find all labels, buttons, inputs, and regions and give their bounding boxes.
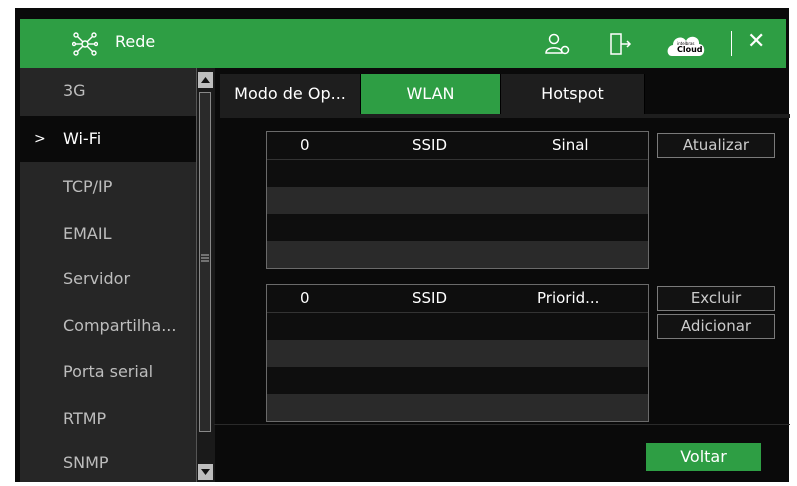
window-title: Rede <box>115 32 156 51</box>
table-row[interactable] <box>267 160 648 187</box>
sidebar-item-label: Compartilha... <box>63 316 177 335</box>
table-row[interactable] <box>267 394 648 421</box>
scan-table: 0 SSID Sinal <box>266 131 649 269</box>
close-icon[interactable]: ✕ <box>747 29 765 54</box>
sidebar-item-snmp[interactable]: SNMP <box>20 440 196 486</box>
tab-underline <box>220 114 790 118</box>
sidebar-item-wifi[interactable]: > Wi-Fi <box>20 116 196 162</box>
sidebar-item-label: SNMP <box>63 453 109 472</box>
scroll-up-button[interactable] <box>198 72 213 88</box>
active-marker-icon: > <box>34 131 46 147</box>
grip-icon <box>201 254 209 262</box>
sidebar-item-label: RTMP <box>63 409 107 428</box>
table-row[interactable] <box>267 313 648 340</box>
col-index: 0 <box>300 289 310 307</box>
col-ssid: SSID <box>412 136 448 154</box>
col-sinal: Sinal <box>552 136 589 154</box>
sidebar: 3G > Wi-Fi TCP/IP EMAIL Servidor Comparti… <box>20 68 196 482</box>
arrow-down-icon <box>201 469 210 475</box>
col-ssid: SSID <box>412 289 448 307</box>
col-index: 0 <box>300 136 310 154</box>
tab-wlan[interactable]: WLAN <box>361 74 501 114</box>
title-bar: Rede intelbras Cloud ✕ <box>20 19 786 68</box>
add-button[interactable]: Adicionar <box>657 314 775 339</box>
col-prioridade: Priorid... <box>537 289 600 307</box>
sidebar-item-servidor[interactable]: Servidor <box>20 256 196 302</box>
sidebar-scrollbar[interactable] <box>196 68 215 482</box>
scroll-thumb[interactable] <box>199 92 211 432</box>
sidebar-item-label: Porta serial <box>63 362 154 381</box>
sidebar-item-tcpip[interactable]: TCP/IP <box>20 164 196 210</box>
sidebar-item-3g[interactable]: 3G <box>20 68 196 114</box>
cloud-label-text: Cloud <box>677 45 703 54</box>
table-row[interactable] <box>267 241 648 268</box>
cloud-icon[interactable]: intelbras Cloud <box>666 30 706 58</box>
footer-divider <box>214 424 790 425</box>
user-settings-icon[interactable] <box>545 32 571 56</box>
sidebar-item-compartilhamento[interactable]: Compartilha... <box>20 303 196 349</box>
table-header: 0 SSID Priorid... <box>267 285 648 313</box>
back-button[interactable]: Voltar <box>646 443 761 471</box>
title-divider <box>731 31 732 56</box>
scroll-down-button[interactable] <box>198 464 213 480</box>
tab-modo-de-operacao[interactable]: Modo de Op... <box>220 74 361 114</box>
saved-networks-table: 0 SSID Priorid... <box>266 284 649 422</box>
table-row[interactable] <box>267 340 648 367</box>
tab-hotspot[interactable]: Hotspot <box>501 74 645 114</box>
refresh-button[interactable]: Atualizar <box>657 133 775 158</box>
network-icon <box>72 32 98 56</box>
sidebar-item-label: 3G <box>63 81 86 100</box>
sidebar-item-label: TCP/IP <box>63 177 113 196</box>
table-header: 0 SSID Sinal <box>267 132 648 160</box>
delete-button[interactable]: Excluir <box>657 286 775 311</box>
sidebar-item-porta-serial[interactable]: Porta serial <box>20 349 196 395</box>
sidebar-item-email[interactable]: EMAIL <box>20 211 196 257</box>
table-row[interactable] <box>267 187 648 214</box>
sidebar-item-label: EMAIL <box>63 224 112 243</box>
sidebar-item-rtmp[interactable]: RTMP <box>20 396 196 442</box>
logout-icon[interactable] <box>608 32 632 56</box>
sidebar-item-label: Wi-Fi <box>63 129 102 148</box>
arrow-up-icon <box>201 77 210 83</box>
sidebar-item-label: Servidor <box>63 269 131 288</box>
table-row[interactable] <box>267 367 648 394</box>
table-row[interactable] <box>267 214 648 241</box>
